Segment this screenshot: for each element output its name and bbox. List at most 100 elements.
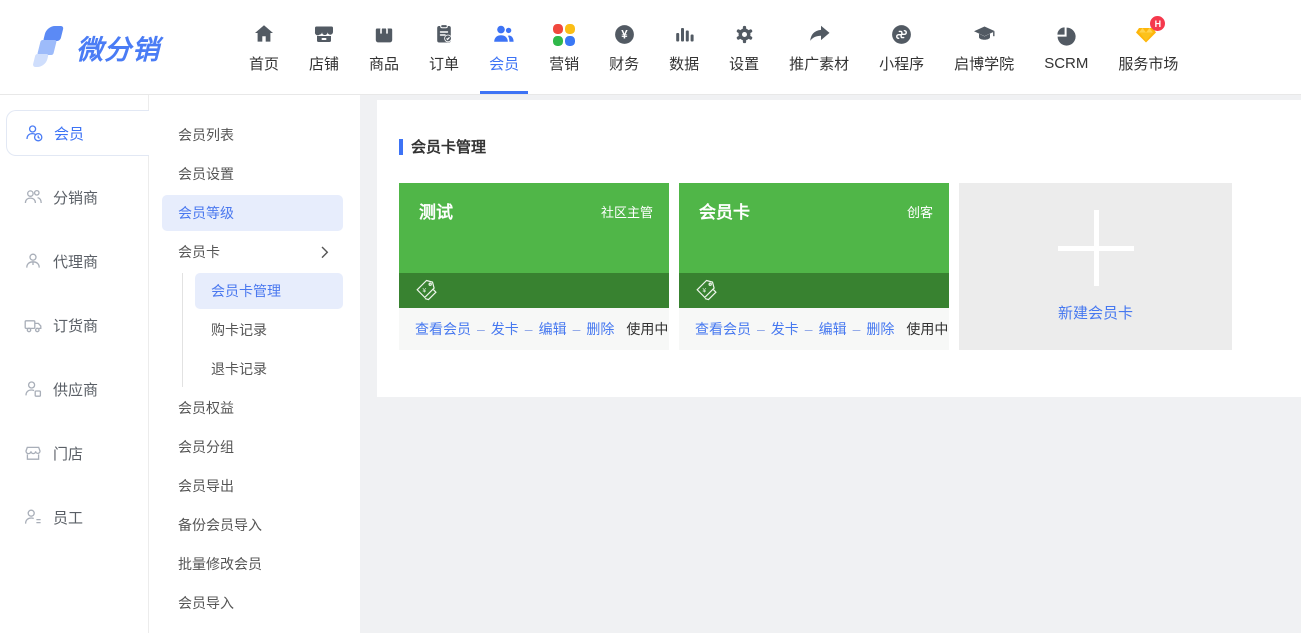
nav-item-miniprogram[interactable]: 小程序 <box>864 0 939 94</box>
submenu-label: 会员等级 <box>178 203 234 223</box>
sidebar-item-label: 订货商 <box>53 315 98 336</box>
sidebar-item-label: 代理商 <box>53 251 98 272</box>
nav-item-service-market[interactable]: H 服务市场 <box>1103 0 1193 94</box>
nav-item-marketing[interactable]: 营销 <box>534 0 594 94</box>
sidebar-item-members[interactable]: 会员 <box>6 110 149 156</box>
price-tags-icon: ¥ <box>693 277 720 304</box>
section-header: 会员卡管理 <box>399 136 1301 157</box>
supplier-person-box-icon <box>23 379 43 399</box>
nav-item-home[interactable]: 首页 <box>234 0 294 94</box>
submenu-item-member-levels[interactable]: 会员等级 <box>162 195 343 231</box>
sidebar-item-order-dealers[interactable]: 订货商 <box>0 302 148 348</box>
submenu-children: 会员卡管理 购卡记录 退卡记录 <box>182 273 360 387</box>
nav-item-settings[interactable]: 设置 <box>714 0 774 94</box>
member-card: 会员卡 创客 ¥ 查看会员 – 发卡 – 编辑 – <box>679 183 949 350</box>
delete-link[interactable]: 删除 <box>586 319 614 339</box>
nav-item-orders[interactable]: 订单 <box>414 0 474 94</box>
nav-label: 启博学院 <box>954 53 1014 74</box>
submenu-item-card-refund-records[interactable]: 退卡记录 <box>195 351 343 387</box>
submenu-item-card-purchase-records[interactable]: 购卡记录 <box>195 312 343 348</box>
chevron-right-icon <box>321 246 329 259</box>
submenu-item-batch-edit-members[interactable]: 批量修改会员 <box>162 546 343 582</box>
academy-cap-icon <box>972 20 997 46</box>
top-nav: 首页 店铺 商品 订单 会员 <box>234 0 1193 94</box>
nav-label: 店铺 <box>309 53 339 74</box>
issue-card-link[interactable]: 发卡 <box>491 319 519 339</box>
member-card-header: 测试 社区主管 <box>399 183 669 273</box>
page-layout: 会员 分销商 代理商 订货商 供应商 <box>0 95 1301 633</box>
nav-item-promo[interactable]: 推广素材 <box>774 0 864 94</box>
submenu-item-backup-member-import[interactable]: 备份会员导入 <box>162 507 343 543</box>
goods-bag-icon <box>372 20 396 46</box>
price-tags-icon: ¥ <box>413 277 440 304</box>
staff-person-list-icon <box>23 507 43 527</box>
submenu-item-member-import[interactable]: 会员导入 <box>162 585 343 621</box>
home-icon <box>252 20 276 46</box>
new-member-card-button[interactable]: 新建会员卡 <box>959 183 1232 350</box>
nav-label: 服务市场 <box>1118 53 1178 74</box>
scrm-pie-icon <box>1054 22 1078 48</box>
submenu-item-member-settings[interactable]: 会员设置 <box>162 156 343 192</box>
marketing-clover-icon <box>553 20 575 46</box>
link-separator: – <box>805 321 813 337</box>
svg-text:¥: ¥ <box>621 30 628 42</box>
submenu-item-member-cards[interactable]: 会员卡 <box>162 234 343 270</box>
dealer-truck-icon <box>23 315 43 335</box>
edit-link[interactable]: 编辑 <box>819 319 847 339</box>
view-members-link[interactable]: 查看会员 <box>695 319 751 339</box>
nav-item-data[interactable]: 数据 <box>654 0 714 94</box>
primary-sidebar: 会员 分销商 代理商 订货商 供应商 <box>0 95 148 633</box>
sidebar-item-label: 供应商 <box>53 379 98 400</box>
page-title: 会员卡管理 <box>411 136 486 157</box>
submenu-item-card-management[interactable]: 会员卡管理 <box>195 273 343 309</box>
svg-text:¥: ¥ <box>423 288 427 295</box>
view-members-link[interactable]: 查看会员 <box>415 319 471 339</box>
submenu-item-member-benefits[interactable]: 会员权益 <box>162 390 343 426</box>
delete-link[interactable]: 删除 <box>866 319 894 339</box>
submenu-item-member-list[interactable]: 会员列表 <box>162 117 343 153</box>
submenu-label: 批量修改会员 <box>178 554 262 574</box>
member-card-footer: 查看会员 – 发卡 – 编辑 – 删除 使用中 <box>679 308 949 350</box>
logo-icon <box>30 22 68 72</box>
member-card-level-badge: 社区主管 <box>601 202 653 221</box>
submenu-label: 备份会员导入 <box>178 515 262 535</box>
sidebar-item-distributors[interactable]: 分销商 <box>0 174 148 220</box>
members-icon <box>491 20 517 46</box>
mini-program-icon <box>890 20 913 46</box>
sidebar-item-staff[interactable]: 员工 <box>0 494 148 540</box>
nav-item-goods[interactable]: 商品 <box>354 0 414 94</box>
nav-item-academy[interactable]: 启博学院 <box>939 0 1029 94</box>
nav-item-shop[interactable]: 店铺 <box>294 0 354 94</box>
issue-card-link[interactable]: 发卡 <box>771 319 799 339</box>
nav-item-finance[interactable]: ¥ 财务 <box>594 0 654 94</box>
agent-person-icon <box>23 251 43 271</box>
nav-label: 会员 <box>489 53 519 74</box>
sidebar-item-stores[interactable]: 门店 <box>0 430 148 476</box>
link-separator: – <box>525 321 533 337</box>
submenu-label: 会员列表 <box>178 125 234 145</box>
member-card-footer: 查看会员 – 发卡 – 编辑 – 删除 使用中 <box>399 308 669 350</box>
service-market-badge: H <box>1150 16 1165 31</box>
sidebar-item-label: 员工 <box>53 507 83 528</box>
status-text: 使用中 <box>906 319 948 339</box>
submenu-item-member-export[interactable]: 会员导出 <box>162 468 343 504</box>
app-logo[interactable]: 微分销 <box>30 0 226 94</box>
edit-link[interactable]: 编辑 <box>539 319 567 339</box>
nav-item-members[interactable]: 会员 <box>474 0 534 94</box>
nav-label: 首页 <box>249 53 279 74</box>
content-panel: 会员卡管理 测试 社区主管 ¥ 查看会员 – <box>377 100 1301 397</box>
nav-label: 营销 <box>549 53 579 74</box>
nav-label: SCRM <box>1044 55 1088 72</box>
settings-gear-icon <box>733 20 756 46</box>
submenu-label: 会员导出 <box>178 476 234 496</box>
submenu-label: 退卡记录 <box>211 359 267 379</box>
new-member-card-label: 新建会员卡 <box>1058 302 1133 323</box>
sidebar-item-agents[interactable]: 代理商 <box>0 238 148 284</box>
member-card-strip: ¥ <box>399 273 669 308</box>
submenu-label: 购卡记录 <box>211 320 267 340</box>
sidebar-item-label: 门店 <box>53 443 83 464</box>
nav-label: 推广素材 <box>789 53 849 74</box>
submenu-item-member-groups[interactable]: 会员分组 <box>162 429 343 465</box>
sidebar-item-suppliers[interactable]: 供应商 <box>0 366 148 412</box>
nav-item-scrm[interactable]: SCRM <box>1029 0 1103 94</box>
